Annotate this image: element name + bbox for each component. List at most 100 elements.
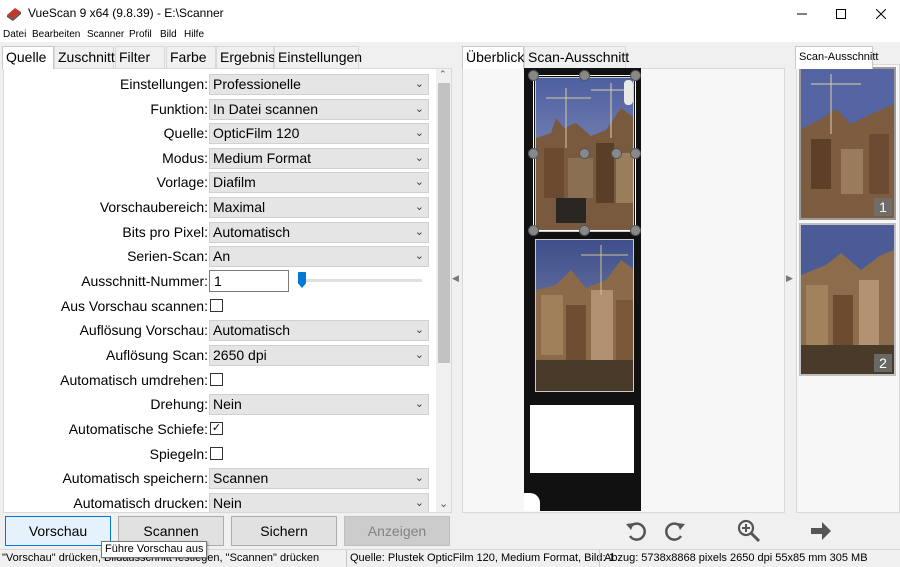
vorschaubereich-label: Vorschaubereich: xyxy=(99,199,208,215)
vorschaubereich-value: Maximal xyxy=(213,199,266,215)
row-funktion: Funktion: In Datei scannen ⌄ xyxy=(4,97,434,121)
speichern-value: Scannen xyxy=(213,470,269,486)
crop-handle-bottom-right[interactable] xyxy=(630,225,641,236)
speichern-label: Automatisch speichern: xyxy=(62,470,208,486)
tab-farbe[interactable]: Farbe xyxy=(166,46,216,68)
drucken-select[interactable]: Nein ⌄ xyxy=(209,493,429,512)
menu-bild[interactable]: Bild xyxy=(160,28,177,41)
close-button[interactable] xyxy=(858,0,900,28)
vorschau-button[interactable]: Vorschau xyxy=(5,516,111,546)
maximize-icon xyxy=(836,9,846,19)
vorschaubereich-select[interactable]: Maximal ⌄ xyxy=(209,197,429,218)
menu-scanner[interactable]: Scanner xyxy=(87,28,124,41)
quelle-select[interactable]: OpticFilm 120 ⌄ xyxy=(209,123,429,144)
ausschnitt-slider-track[interactable] xyxy=(302,279,422,282)
city-photo-2 xyxy=(536,240,633,391)
film-frame-2[interactable] xyxy=(535,239,634,392)
crop-handle-left[interactable] xyxy=(528,148,539,159)
einstellungen-label: Einstellungen: xyxy=(120,76,208,92)
row-quelle: Quelle: OpticFilm 120 ⌄ xyxy=(4,121,434,145)
crop-handle-top[interactable] xyxy=(579,70,590,81)
row-vorlage: Vorlage: Diafilm ⌄ xyxy=(4,170,434,194)
funktion-select[interactable]: In Datei scannen ⌄ xyxy=(209,99,429,120)
crop-handle-top-left[interactable] xyxy=(528,70,539,81)
scroll-down-icon[interactable]: ⌄ xyxy=(439,497,448,510)
tab-ueberblick[interactable]: Überblick xyxy=(462,46,524,69)
aufl-vorschau-select[interactable]: Automatisch ⌄ xyxy=(209,320,429,341)
sichern-button[interactable]: Sichern xyxy=(231,516,337,546)
thumbnail-2[interactable]: 2 xyxy=(799,223,896,376)
umdrehen-checkbox[interactable] xyxy=(210,373,223,386)
schiefe-checkbox[interactable]: ✓ xyxy=(210,422,223,435)
crop-handle-bottom-left[interactable] xyxy=(528,225,539,236)
tab-ergebnis[interactable]: Ergebnis xyxy=(216,46,275,68)
tab-zuschnitt[interactable]: Zuschnitt xyxy=(54,46,115,68)
anzeigen-button[interactable]: Anzeigen xyxy=(344,516,450,546)
thumbnail-photo-2 xyxy=(801,225,894,374)
vuescan-app-icon xyxy=(7,8,21,21)
ausschnitt-input[interactable]: 1 xyxy=(209,270,289,292)
row-aufl-vorschau: Auflösung Vorschau: Automatisch ⌄ xyxy=(4,318,434,342)
empty-film-frame xyxy=(530,405,634,473)
spiegeln-checkbox[interactable] xyxy=(210,447,223,460)
vorschau-tooltip: Führe Vorschau aus xyxy=(101,541,208,558)
aufl-scan-select[interactable]: 2650 dpi ⌄ xyxy=(209,345,429,366)
vorlage-select[interactable]: Diafilm ⌄ xyxy=(209,172,429,193)
crop-handle-inner-right[interactable] xyxy=(611,148,622,159)
zoom-in-icon[interactable] xyxy=(736,518,762,544)
row-bits: Bits pro Pixel: Automatisch ⌄ xyxy=(4,220,434,244)
chevron-down-icon: ⌄ xyxy=(414,398,424,410)
row-schiefe: Automatische Schiefe: ✓ xyxy=(4,417,434,441)
menu-bearbeiten[interactable]: Bearbeiten xyxy=(32,28,80,41)
menu-datei[interactable]: Datei xyxy=(3,28,26,41)
minimize-icon xyxy=(797,13,807,15)
crop-handle-right[interactable] xyxy=(630,148,641,159)
serien-select[interactable]: An ⌄ xyxy=(209,246,429,267)
drehung-select[interactable]: Nein ⌄ xyxy=(209,394,429,415)
tab-quelle[interactable]: Quelle xyxy=(2,46,54,69)
ausschnitt-slider-thumb[interactable] xyxy=(298,272,306,288)
umdrehen-label: Automatisch umdrehen: xyxy=(60,372,208,388)
crop-handle-top-right[interactable] xyxy=(630,70,641,81)
rotate-left-icon[interactable] xyxy=(623,518,649,544)
tab-scan-ausschnitt-right[interactable]: Scan-Ausschnitt xyxy=(795,46,878,69)
chevron-down-icon: ⌄ xyxy=(414,152,424,164)
thumbnail-1[interactable]: 1 xyxy=(799,67,896,220)
menu-hilfe[interactable]: Hilfe xyxy=(184,28,204,41)
tab-filter[interactable]: Filter xyxy=(115,46,165,68)
einstellungen-select[interactable]: Professionelle ⌄ xyxy=(209,74,429,95)
chevron-down-icon: ⌄ xyxy=(414,103,424,115)
speichern-select[interactable]: Scannen ⌄ xyxy=(209,468,429,489)
status-divider xyxy=(599,550,600,567)
rotate-right-icon[interactable] xyxy=(662,518,688,544)
chevron-down-icon: ⌄ xyxy=(414,226,424,238)
crop-handle-center[interactable] xyxy=(579,148,590,159)
menu-profil[interactable]: Profil xyxy=(129,28,152,41)
funktion-value: In Datei scannen xyxy=(213,101,319,117)
row-drehung: Drehung: Nein ⌄ xyxy=(4,392,434,416)
chevron-down-icon: ⌄ xyxy=(414,176,424,188)
scroll-up-icon[interactable]: ⌃ xyxy=(439,69,447,80)
aus-vorschau-checkbox[interactable] xyxy=(210,299,223,312)
tab-einstellungen[interactable]: Einstellungen xyxy=(274,46,362,68)
ausschnitt-label: Ausschnitt-Nummer: xyxy=(81,273,208,289)
row-drucken: Automatisch drucken: Nein ⌄ xyxy=(4,491,434,512)
serien-label: Serien-Scan: xyxy=(127,248,208,264)
tab-scan-ausschnitt[interactable]: Scan-Ausschnitt xyxy=(524,46,629,68)
serien-value: An xyxy=(213,248,231,264)
settings-scrollbar-thumb[interactable] xyxy=(438,83,450,363)
collapse-left-icon[interactable]: ◀ xyxy=(452,273,459,284)
status-source: Quelle: Plustek OpticFilm 120, Medium Fo… xyxy=(350,552,615,564)
row-einstellungen: Einstellungen: Professionelle ⌄ xyxy=(4,72,434,96)
window-title: VueScan 9 x64 (9.8.39) - E:\Scanner xyxy=(28,6,224,20)
bits-select[interactable]: Automatisch ⌄ xyxy=(209,222,429,243)
spiegeln-label: Spiegeln: xyxy=(149,446,208,462)
title-bar: VueScan 9 x64 (9.8.39) - E:\Scanner xyxy=(0,0,900,28)
row-vorschaubereich: Vorschaubereich: Maximal ⌄ xyxy=(4,195,434,219)
modus-select[interactable]: Medium Format ⌄ xyxy=(209,148,429,169)
modus-value: Medium Format xyxy=(213,150,312,166)
collapse-right-icon[interactable]: ▶ xyxy=(786,273,793,284)
status-divider xyxy=(346,550,347,567)
arrow-right-icon[interactable] xyxy=(808,518,834,544)
crop-handle-bottom[interactable] xyxy=(579,225,590,236)
